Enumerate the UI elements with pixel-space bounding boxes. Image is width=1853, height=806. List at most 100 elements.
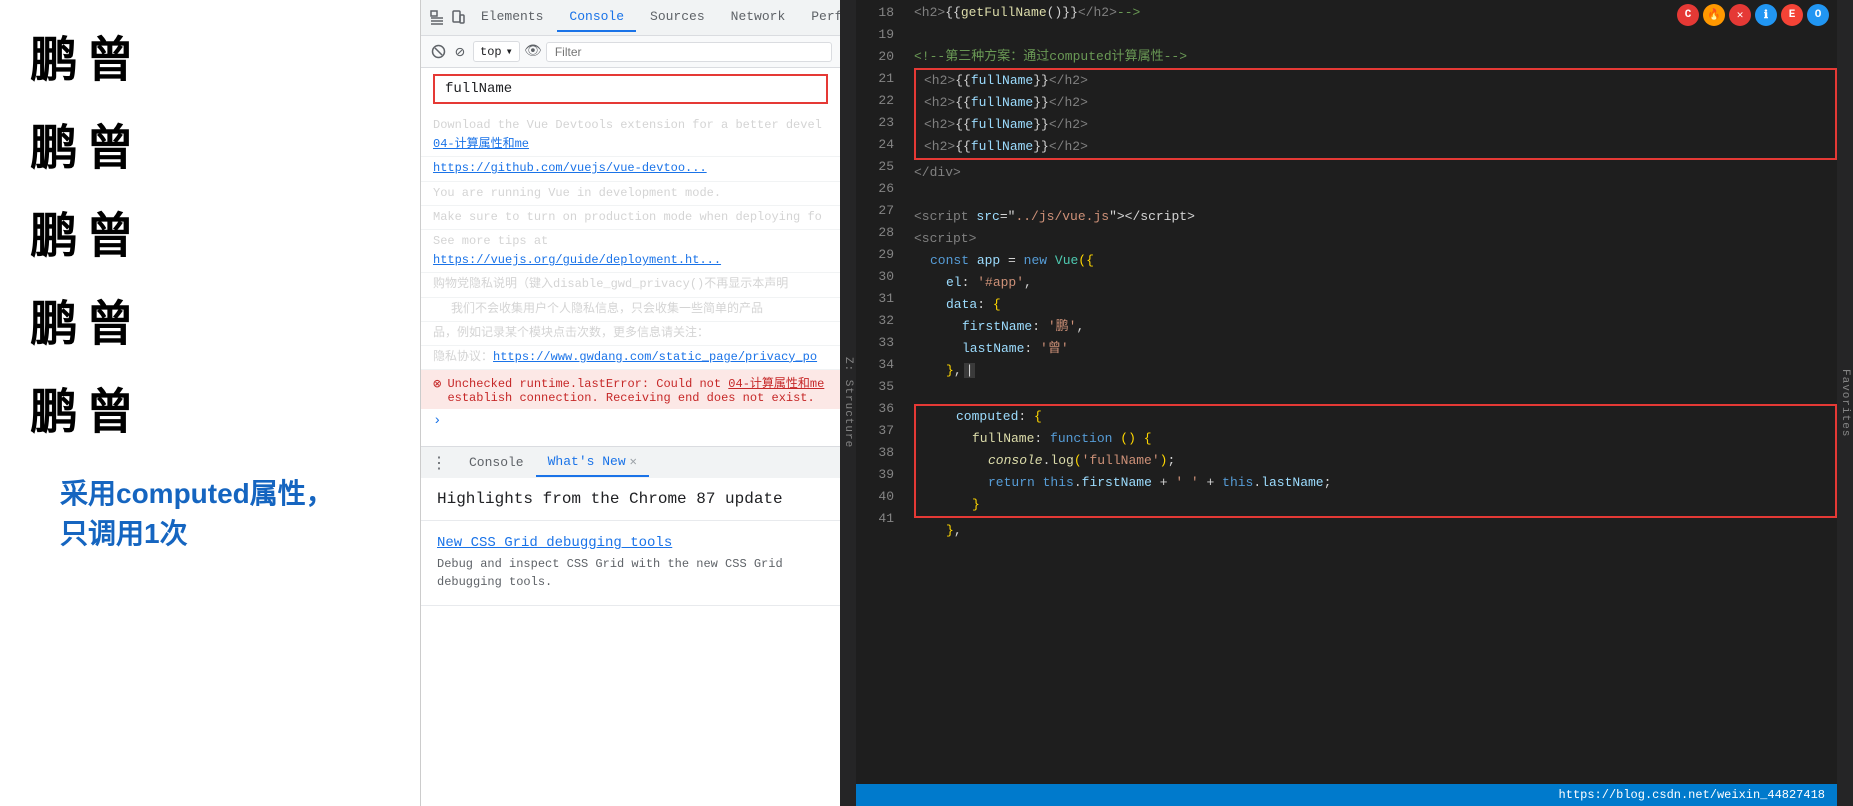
line-num-32: 32 bbox=[856, 310, 894, 332]
page-content: 鹏 曾 鹏 曾 鹏 曾 鹏 曾 鹏 曾 采用computed属性，只调用1次 bbox=[0, 0, 420, 806]
whatsnew-item-1: New CSS Grid debugging tools Debug and i… bbox=[421, 521, 840, 606]
tab-elements[interactable]: Elements bbox=[469, 3, 555, 32]
chrome-icon-6[interactable]: O bbox=[1807, 4, 1829, 26]
tab-sources[interactable]: Sources bbox=[638, 3, 717, 32]
whatsnew-label: What's New bbox=[548, 454, 626, 469]
code-line-34: },| bbox=[906, 360, 1837, 382]
code-line-29: const app = new Vue({ bbox=[906, 250, 1837, 272]
bottom-tab-whatsnew[interactable]: What's New ✕ bbox=[536, 448, 649, 477]
char-peng-3: 鹏 bbox=[30, 196, 78, 266]
device-icon[interactable] bbox=[449, 9, 467, 27]
whatsnew-header: Highlights from the Chrome 87 update bbox=[421, 478, 840, 521]
line-num-30: 30 bbox=[856, 266, 894, 288]
favorites-label: Favorites bbox=[1837, 0, 1853, 806]
code-line-32: firstName: '鹏', bbox=[906, 316, 1837, 338]
error-link[interactable]: 04-计算属性和me bbox=[728, 377, 824, 391]
devtools-tab-bar: Elements Console Sources Network Perfor.… bbox=[421, 0, 840, 36]
chrome-icon-3[interactable]: ✕ bbox=[1729, 4, 1751, 26]
code-line-40: } bbox=[916, 494, 1835, 516]
error-icon: ⊗ bbox=[433, 376, 441, 393]
line-num-21: 21 bbox=[856, 68, 894, 90]
console-line-8: 品，例如记录某个模块点击次数，更多信息请关注： bbox=[421, 322, 840, 346]
bottom-tab-bar: ⋮ Console What's New ✕ bbox=[421, 446, 840, 478]
char-zeng-3: 曾 bbox=[86, 196, 134, 266]
code-line-27: <script src="../js/vue.js"></script> bbox=[906, 206, 1837, 228]
bottom-tab-console[interactable]: Console bbox=[457, 449, 536, 476]
context-value: top bbox=[480, 45, 502, 59]
clear-console-icon[interactable] bbox=[429, 43, 447, 61]
line-num-31: 31 bbox=[856, 288, 894, 310]
code-line-31: data: { bbox=[906, 294, 1837, 316]
tab-close-icon[interactable]: ✕ bbox=[630, 454, 637, 469]
chinese-row-5: 鹏 曾 bbox=[30, 372, 390, 442]
code-line-30: el: '#app', bbox=[906, 272, 1837, 294]
tab-menu-icon[interactable]: ⋮ bbox=[429, 453, 449, 473]
line-num-34: 💡34 bbox=[856, 354, 894, 376]
tab-console[interactable]: Console bbox=[557, 3, 636, 32]
structure-label: Z: Structure bbox=[840, 0, 856, 806]
computed-label: 采用computed属性，只调用1次 bbox=[60, 462, 360, 562]
code-line-26 bbox=[906, 184, 1837, 206]
code-line-21: <h2>{{fullName}}</h2> bbox=[916, 70, 1835, 92]
fullname-input[interactable]: fullName bbox=[445, 81, 512, 97]
console-line-9: 隐私协议：https://www.gwdang.com/static_page/… bbox=[421, 346, 840, 370]
char-zeng-4: 曾 bbox=[86, 284, 134, 354]
code-line-28: <script> bbox=[906, 228, 1837, 250]
devtools-link-1[interactable]: 04-计算属性和me bbox=[433, 137, 529, 151]
code-line-25: </div> bbox=[906, 162, 1837, 184]
code-line-36: computed: { bbox=[916, 406, 1835, 428]
chrome-icon-2[interactable]: 🔥 bbox=[1703, 4, 1725, 26]
line-num-22: 22 bbox=[856, 90, 894, 112]
code-line-20: <!--第三种方案：通过computed计算属性--> bbox=[906, 46, 1837, 68]
context-selector[interactable]: top ▾ bbox=[473, 41, 520, 62]
inspect-icon[interactable] bbox=[429, 9, 447, 27]
line-num-18: 18 bbox=[856, 2, 894, 24]
whatsnew-item-title-1[interactable]: New CSS Grid debugging tools bbox=[437, 535, 824, 551]
disable-icon[interactable]: ⊘ bbox=[451, 43, 469, 61]
line-num-33: 33 bbox=[856, 332, 894, 354]
eye-icon[interactable]: 👁 bbox=[524, 43, 542, 61]
line-num-25: 25 bbox=[856, 156, 894, 178]
code-lines: <h2>{{getFullName()}}</h2>--> <!--第三种方案：… bbox=[906, 0, 1837, 784]
tab-network[interactable]: Network bbox=[719, 3, 798, 32]
console-line-7: 我们不会收集用户个人隐私信息，只会收集一些简单的产品 bbox=[421, 298, 840, 322]
line-num-41: 41 bbox=[856, 508, 894, 530]
chrome-icon-1[interactable]: C bbox=[1677, 4, 1699, 26]
expand-chevron[interactable]: › bbox=[421, 409, 840, 433]
console-output: Download the Vue Devtools extension for … bbox=[421, 110, 840, 446]
char-zeng-5: 曾 bbox=[86, 372, 134, 442]
line-num-24: 24 bbox=[856, 134, 894, 156]
line-num-26: 26 bbox=[856, 178, 894, 200]
char-peng-1: 鹏 bbox=[30, 20, 78, 90]
line-num-19: 19 bbox=[856, 24, 894, 46]
chinese-row-3: 鹏 曾 bbox=[30, 196, 390, 266]
char-peng-5: 鹏 bbox=[30, 372, 78, 442]
devtools-link-2[interactable]: https://github.com/vuejs/vue-devtoo... bbox=[433, 161, 707, 175]
console-line-2: https://github.com/vuejs/vue-devtoo... bbox=[421, 157, 840, 181]
code-line-22: <h2>{{fullName}}</h2> bbox=[916, 92, 1835, 114]
code-line-33: lastName: '曾' bbox=[906, 338, 1837, 360]
char-zeng-2: 曾 bbox=[86, 108, 134, 178]
code-line-19 bbox=[906, 24, 1837, 46]
line-num-28: ▶28 bbox=[856, 222, 894, 244]
chrome-icon-4[interactable]: ℹ bbox=[1755, 4, 1777, 26]
line-num-23: 23 bbox=[856, 112, 894, 134]
whatsnew-item-desc-1: Debug and inspect CSS Grid with the new … bbox=[437, 555, 824, 591]
line-num-36: 36 bbox=[856, 398, 894, 420]
console-error: ⊗ Unchecked runtime.lastError: Could not… bbox=[421, 370, 840, 409]
line-num-38: 38 bbox=[856, 442, 894, 464]
chinese-row-2: 鹏 曾 bbox=[30, 108, 390, 178]
code-editor: C 🔥 ✕ ℹ E O 18 19 20 21 22 23 24 25 26 2… bbox=[856, 0, 1837, 806]
line-num-27: 27 bbox=[856, 200, 894, 222]
line-num-37: 37 bbox=[856, 420, 894, 442]
status-bar: https://blog.csdn.net/weixin_44827418 bbox=[856, 784, 1837, 806]
devtools-icons bbox=[429, 9, 467, 27]
filter-input[interactable] bbox=[546, 42, 832, 62]
line-num-20: 20 bbox=[856, 46, 894, 68]
console-line-3: You are running Vue in development mode. bbox=[421, 182, 840, 206]
chrome-icon-5[interactable]: E bbox=[1781, 4, 1803, 26]
chinese-row-4: 鹏 曾 bbox=[30, 284, 390, 354]
vuejs-guide-link[interactable]: https://vuejs.org/guide/deployment.ht... bbox=[433, 253, 721, 267]
status-url: https://blog.csdn.net/weixin_44827418 bbox=[1559, 788, 1825, 802]
privacy-link[interactable]: https://www.gwdang.com/static_page/priva… bbox=[493, 350, 817, 364]
